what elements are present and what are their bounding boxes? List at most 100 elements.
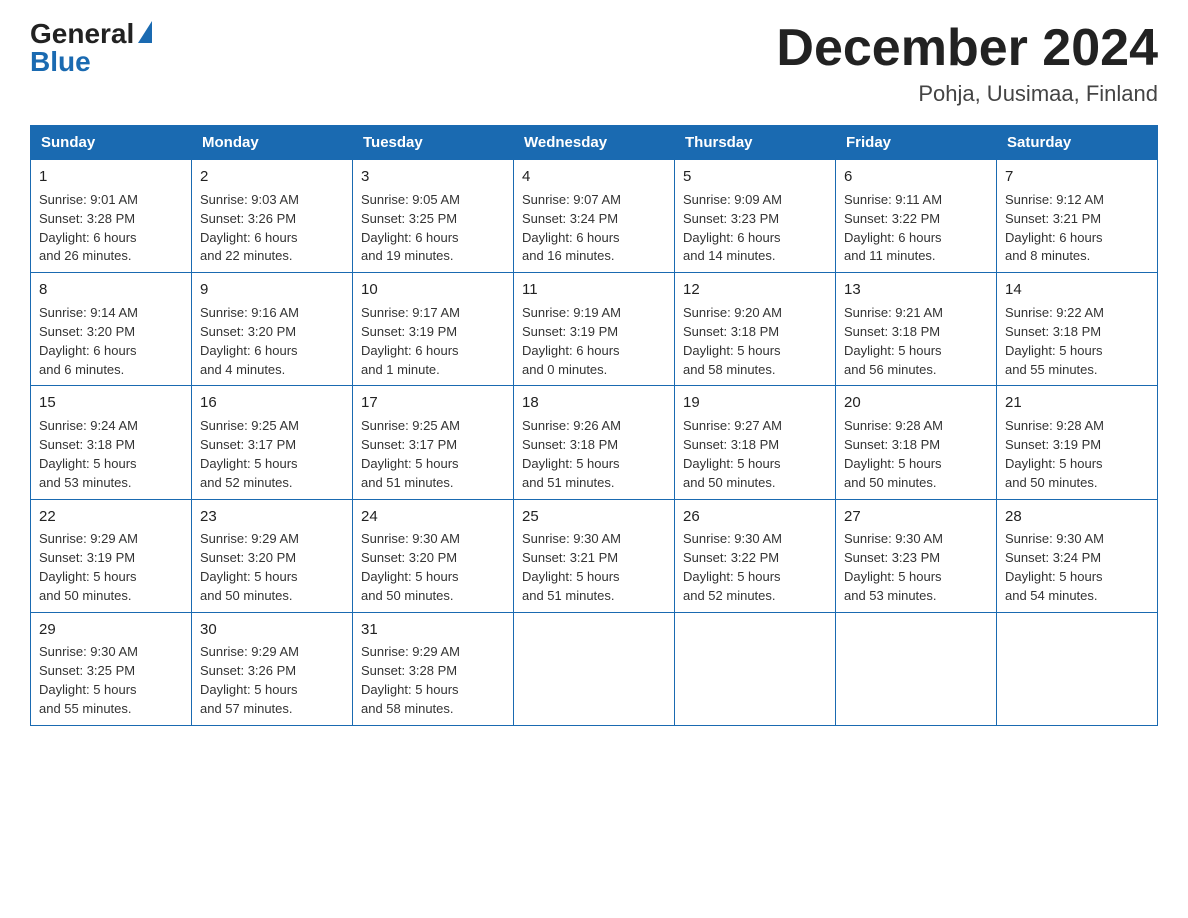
calendar-day-cell [997, 612, 1158, 725]
calendar-day-cell: 11 Sunrise: 9:19 AM Sunset: 3:19 PM Dayli… [514, 273, 675, 386]
calendar-day-cell: 24Sunrise: 9:30 AM Sunset: 3:20 PM Dayli… [353, 499, 514, 612]
weekday-header-saturday: Saturday [997, 126, 1158, 160]
day-info: Sunrise: 9:25 AM Sunset: 3:17 PM Dayligh… [361, 417, 505, 492]
day-number: 14 [1005, 279, 1149, 301]
weekday-header-row: SundayMondayTuesdayWednesdayThursdayFrid… [31, 126, 1158, 160]
day-number: 5 [683, 166, 827, 188]
day-number: 12 [683, 279, 827, 301]
day-info: Sunrise: 9:11 AM Sunset: 3:22 PM Dayligh… [844, 191, 988, 266]
calendar-day-cell: 9 Sunrise: 9:16 AM Sunset: 3:20 PM Daylig… [192, 273, 353, 386]
calendar-day-cell: 28Sunrise: 9:30 AM Sunset: 3:24 PM Dayli… [997, 499, 1158, 612]
day-number: 24 [361, 506, 505, 528]
calendar-day-cell [675, 612, 836, 725]
day-number: 4 [522, 166, 666, 188]
page-header: General Blue December 2024 Pohja, Uusima… [30, 20, 1158, 107]
day-number: 25 [522, 506, 666, 528]
weekday-header-friday: Friday [836, 126, 997, 160]
calendar-title: December 2024 [776, 20, 1158, 77]
day-number: 27 [844, 506, 988, 528]
weekday-header-tuesday: Tuesday [353, 126, 514, 160]
day-number: 29 [39, 619, 183, 641]
calendar-day-cell: 19 Sunrise: 9:27 AM Sunset: 3:18 PM Dayli… [675, 386, 836, 499]
calendar-day-cell: 14 Sunrise: 9:22 AM Sunset: 3:18 PM Dayli… [997, 273, 1158, 386]
day-number: 18 [522, 392, 666, 414]
calendar-day-cell [514, 612, 675, 725]
day-info: Sunrise: 9:22 AM Sunset: 3:18 PM Dayligh… [1005, 304, 1149, 379]
day-info: Sunrise: 9:28 AM Sunset: 3:18 PM Dayligh… [844, 417, 988, 492]
calendar-day-cell: 2 Sunrise: 9:03 AM Sunset: 3:26 PM Daylig… [192, 160, 353, 273]
calendar-week-row: 8 Sunrise: 9:14 AM Sunset: 3:20 PM Daylig… [31, 273, 1158, 386]
day-info: Sunrise: 9:30 AM Sunset: 3:20 PM Dayligh… [361, 530, 505, 605]
calendar-subtitle: Pohja, Uusimaa, Finland [776, 81, 1158, 107]
day-number: 28 [1005, 506, 1149, 528]
calendar-day-cell: 4 Sunrise: 9:07 AM Sunset: 3:24 PM Daylig… [514, 160, 675, 273]
calendar-day-cell: 31Sunrise: 9:29 AM Sunset: 3:28 PM Dayli… [353, 612, 514, 725]
day-number: 20 [844, 392, 988, 414]
day-info: Sunrise: 9:03 AM Sunset: 3:26 PM Dayligh… [200, 191, 344, 266]
day-number: 31 [361, 619, 505, 641]
day-info: Sunrise: 9:24 AM Sunset: 3:18 PM Dayligh… [39, 417, 183, 492]
calendar-day-cell: 21Sunrise: 9:28 AM Sunset: 3:19 PM Dayli… [997, 386, 1158, 499]
calendar-day-cell: 6 Sunrise: 9:11 AM Sunset: 3:22 PM Daylig… [836, 160, 997, 273]
weekday-header-monday: Monday [192, 126, 353, 160]
calendar-week-row: 15 Sunrise: 9:24 AM Sunset: 3:18 PM Dayli… [31, 386, 1158, 499]
logo-general: General [30, 20, 134, 48]
day-number: 9 [200, 279, 344, 301]
calendar-day-cell: 23Sunrise: 9:29 AM Sunset: 3:20 PM Dayli… [192, 499, 353, 612]
calendar-day-cell: 30Sunrise: 9:29 AM Sunset: 3:26 PM Dayli… [192, 612, 353, 725]
day-number: 15 [39, 392, 183, 414]
calendar-day-cell: 3 Sunrise: 9:05 AM Sunset: 3:25 PM Daylig… [353, 160, 514, 273]
calendar-day-cell: 27Sunrise: 9:30 AM Sunset: 3:23 PM Dayli… [836, 499, 997, 612]
day-info: Sunrise: 9:19 AM Sunset: 3:19 PM Dayligh… [522, 304, 666, 379]
day-info: Sunrise: 9:30 AM Sunset: 3:22 PM Dayligh… [683, 530, 827, 605]
calendar-day-cell: 26Sunrise: 9:30 AM Sunset: 3:22 PM Dayli… [675, 499, 836, 612]
day-number: 7 [1005, 166, 1149, 188]
calendar-day-cell: 25Sunrise: 9:30 AM Sunset: 3:21 PM Dayli… [514, 499, 675, 612]
calendar-week-row: 29Sunrise: 9:30 AM Sunset: 3:25 PM Dayli… [31, 612, 1158, 725]
day-number: 3 [361, 166, 505, 188]
day-info: Sunrise: 9:30 AM Sunset: 3:23 PM Dayligh… [844, 530, 988, 605]
calendar-week-row: 22Sunrise: 9:29 AM Sunset: 3:19 PM Dayli… [31, 499, 1158, 612]
calendar-day-cell: 5 Sunrise: 9:09 AM Sunset: 3:23 PM Daylig… [675, 160, 836, 273]
day-number: 23 [200, 506, 344, 528]
day-info: Sunrise: 9:21 AM Sunset: 3:18 PM Dayligh… [844, 304, 988, 379]
calendar-day-cell: 7Sunrise: 9:12 AM Sunset: 3:21 PM Daylig… [997, 160, 1158, 273]
calendar-day-cell: 29Sunrise: 9:30 AM Sunset: 3:25 PM Dayli… [31, 612, 192, 725]
day-number: 30 [200, 619, 344, 641]
day-info: Sunrise: 9:09 AM Sunset: 3:23 PM Dayligh… [683, 191, 827, 266]
day-info: Sunrise: 9:16 AM Sunset: 3:20 PM Dayligh… [200, 304, 344, 379]
logo-blue: Blue [30, 48, 91, 76]
day-number: 17 [361, 392, 505, 414]
day-info: Sunrise: 9:29 AM Sunset: 3:26 PM Dayligh… [200, 643, 344, 718]
calendar-day-cell: 12 Sunrise: 9:20 AM Sunset: 3:18 PM Dayli… [675, 273, 836, 386]
calendar-day-cell: 1 Sunrise: 9:01 AM Sunset: 3:28 PM Daylig… [31, 160, 192, 273]
weekday-header-sunday: Sunday [31, 126, 192, 160]
day-info: Sunrise: 9:07 AM Sunset: 3:24 PM Dayligh… [522, 191, 666, 266]
day-number: 6 [844, 166, 988, 188]
day-number: 11 [522, 279, 666, 301]
calendar-table: SundayMondayTuesdayWednesdayThursdayFrid… [30, 125, 1158, 726]
day-number: 1 [39, 166, 183, 188]
calendar-day-cell [836, 612, 997, 725]
logo-triangle-icon [138, 21, 152, 43]
calendar-day-cell: 16Sunrise: 9:25 AM Sunset: 3:17 PM Dayli… [192, 386, 353, 499]
weekday-header-wednesday: Wednesday [514, 126, 675, 160]
calendar-day-cell: 8 Sunrise: 9:14 AM Sunset: 3:20 PM Daylig… [31, 273, 192, 386]
calendar-day-cell: 22Sunrise: 9:29 AM Sunset: 3:19 PM Dayli… [31, 499, 192, 612]
day-number: 8 [39, 279, 183, 301]
day-info: Sunrise: 9:01 AM Sunset: 3:28 PM Dayligh… [39, 191, 183, 266]
day-number: 21 [1005, 392, 1149, 414]
day-number: 2 [200, 166, 344, 188]
day-info: Sunrise: 9:30 AM Sunset: 3:21 PM Dayligh… [522, 530, 666, 605]
weekday-header-thursday: Thursday [675, 126, 836, 160]
day-info: Sunrise: 9:27 AM Sunset: 3:18 PM Dayligh… [683, 417, 827, 492]
day-info: Sunrise: 9:29 AM Sunset: 3:28 PM Dayligh… [361, 643, 505, 718]
day-info: Sunrise: 9:05 AM Sunset: 3:25 PM Dayligh… [361, 191, 505, 266]
day-info: Sunrise: 9:14 AM Sunset: 3:20 PM Dayligh… [39, 304, 183, 379]
day-info: Sunrise: 9:20 AM Sunset: 3:18 PM Dayligh… [683, 304, 827, 379]
calendar-day-cell: 18Sunrise: 9:26 AM Sunset: 3:18 PM Dayli… [514, 386, 675, 499]
day-number: 19 [683, 392, 827, 414]
logo: General Blue [30, 20, 152, 76]
day-info: Sunrise: 9:29 AM Sunset: 3:20 PM Dayligh… [200, 530, 344, 605]
calendar-day-cell: 10Sunrise: 9:17 AM Sunset: 3:19 PM Dayli… [353, 273, 514, 386]
